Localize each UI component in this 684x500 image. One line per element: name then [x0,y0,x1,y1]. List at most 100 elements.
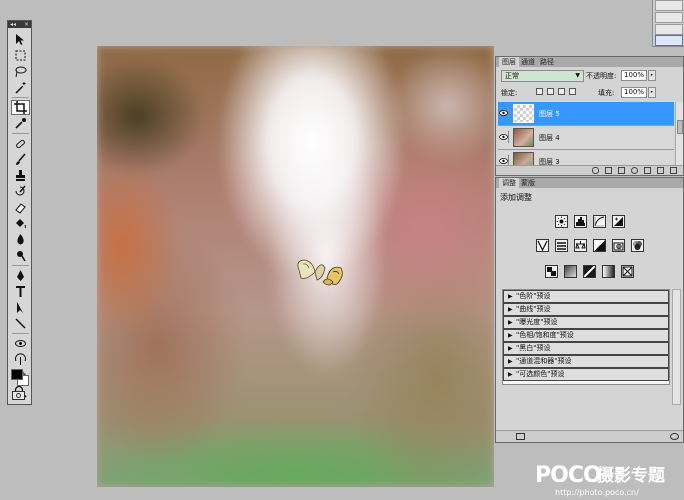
color-balance-icon[interactable] [573,239,587,252]
toggle-visibility-icon[interactable] [670,433,679,440]
path-selection-tool[interactable] [11,300,30,315]
lasso-tool[interactable] [11,64,30,79]
eyedropper-tool[interactable] [11,116,30,131]
brush-tool[interactable] [11,152,30,167]
new-layer-icon[interactable] [657,167,664,174]
photo-filter-icon[interactable] [611,239,625,252]
healing-brush-tool[interactable] [11,136,30,151]
preset-item-black-white[interactable]: ▶ "黑白"预设 [503,342,669,355]
channel-mixer-icon[interactable] [630,239,644,252]
layer-style-icon[interactable] [605,167,612,174]
tab-paths[interactable]: 路径 [537,57,557,67]
preset-item-hue-saturation[interactable]: ▶ "色相/饱和度"预设 [503,329,669,342]
blend-mode-value: 正常 [505,72,519,80]
collapsed-panels-dock [652,0,684,47]
selective-color-icon[interactable] [621,265,634,278]
3d-orbit-tool[interactable] [11,352,30,367]
fill-input[interactable]: 100% [621,87,647,98]
blur-tool[interactable] [11,232,30,247]
move-tool[interactable] [11,32,30,47]
expand-triangle-icon: ▶ [508,371,513,378]
preset-item-channel-mixer[interactable]: ▶ "通道混和器"预设 [503,355,669,368]
adjustments-panel-tabs: 调整 蒙版 [496,178,683,188]
fill-slider-button[interactable]: ▸ [648,87,656,98]
delete-layer-icon[interactable] [670,167,677,174]
invert-icon[interactable] [545,265,558,278]
lock-pixels-icon[interactable] [547,88,554,95]
layers-panel-tabs: 图层 通道 路径 [496,57,683,67]
quick-mask-icon[interactable] [12,391,25,400]
layer-row[interactable]: 图层 3 [498,150,674,166]
magic-wand-tool[interactable] [11,80,30,95]
expand-triangle-icon: ▶ [508,358,513,365]
clone-stamp-tool[interactable] [11,168,30,183]
preset-item-exposure[interactable]: ▶ "曝光度"预设 [503,316,669,329]
tab-adjustments[interactable]: 调整 [499,178,519,188]
expand-triangle-icon: ▶ [508,306,513,313]
line-tool[interactable] [11,316,30,331]
preset-item-selective-color[interactable]: ▶ "可选颜色"预设 [503,368,669,381]
layers-panel: 图层 通道 路径 正常 ▼ 不透明度: 100% ▸ 锁定: 填充: 100% … [495,56,684,176]
eye-icon[interactable] [499,131,509,143]
new-group-icon[interactable] [644,167,651,174]
opacity-slider-button[interactable]: ▸ [648,70,656,81]
layers-scrollbar[interactable] [675,102,683,166]
dock-button-1[interactable] [655,0,683,11]
lock-row: 锁定: 填充: 100% ▸ [498,87,683,99]
layer-row[interactable]: 图层 4 [498,126,674,150]
lock-all-icon[interactable] [569,88,576,95]
lock-position-icon[interactable] [558,88,565,95]
preset-label: "色相/饱和度"预设 [516,331,574,339]
adjustments-panel: 调整 蒙版 添加调整 ▶ "色阶"预设 ▶ "曲线"预设 ▶ "曝光度"预设 ▶ "色相… [495,177,684,443]
hue-saturation-icon[interactable] [554,239,568,252]
layers-panel-footer [496,165,683,175]
opacity-input[interactable]: 100% [621,70,647,81]
adjustment-layer-icon[interactable] [631,167,638,174]
history-brush-tool[interactable] [11,184,30,199]
tools-panel-header[interactable]: ◂◂ × [8,21,31,28]
clip-to-layer-icon[interactable] [516,433,525,440]
preset-item-levels[interactable]: ▶ "色阶"预设 [503,290,669,303]
paint-bucket-tool[interactable] [11,216,30,231]
blend-mode-select[interactable]: 正常 ▼ [501,70,584,82]
pen-tool[interactable] [11,268,30,283]
adjustments-scrollbar[interactable] [672,289,681,405]
tab-masks[interactable]: 蒙版 [518,178,538,188]
dock-button-4[interactable] [655,35,683,46]
eraser-tool[interactable] [11,200,30,215]
3d-rotate-tool[interactable] [11,336,30,351]
collapse-icon[interactable]: ◂◂ [10,21,16,28]
dodge-tool[interactable] [11,248,30,263]
marquee-tool[interactable] [11,48,30,63]
posterize-icon[interactable] [564,265,577,278]
document-canvas[interactable] [97,46,494,487]
adjustments-panel-footer [496,430,683,442]
close-icon[interactable]: × [24,21,29,28]
brightness-contrast-icon[interactable] [554,215,568,228]
eye-icon[interactable] [499,107,509,119]
layer-thumbnail [513,152,534,166]
black-white-icon[interactable] [592,239,606,252]
threshold-icon[interactable] [583,265,596,278]
foreground-color-swatch[interactable] [11,369,23,380]
dock-button-2[interactable] [655,12,683,23]
crop-tool[interactable] [11,100,30,115]
exposure-icon[interactable] [611,215,625,228]
lock-transparency-icon[interactable] [536,88,543,95]
dock-button-3[interactable] [655,24,683,35]
opacity-label: 不透明度: [586,72,617,80]
watermark: POCO 摄影专题 http://photo.poco.cn/ [535,464,684,500]
vibrance-icon[interactable] [535,239,549,252]
tab-channels[interactable]: 通道 [518,57,538,67]
gradient-map-icon[interactable] [602,265,615,278]
tab-layers[interactable]: 图层 [499,57,519,67]
link-layers-icon[interactable] [592,167,599,174]
preset-label: "可选颜色"预设 [516,370,565,378]
add-mask-icon[interactable] [618,167,625,174]
levels-icon[interactable] [573,215,587,228]
layer-thumbnail [513,128,534,147]
layer-row[interactable]: 图层 5 [498,102,674,126]
preset-item-curves[interactable]: ▶ "曲线"预设 [503,303,669,316]
curves-icon[interactable] [592,215,606,228]
type-tool[interactable] [11,284,30,299]
